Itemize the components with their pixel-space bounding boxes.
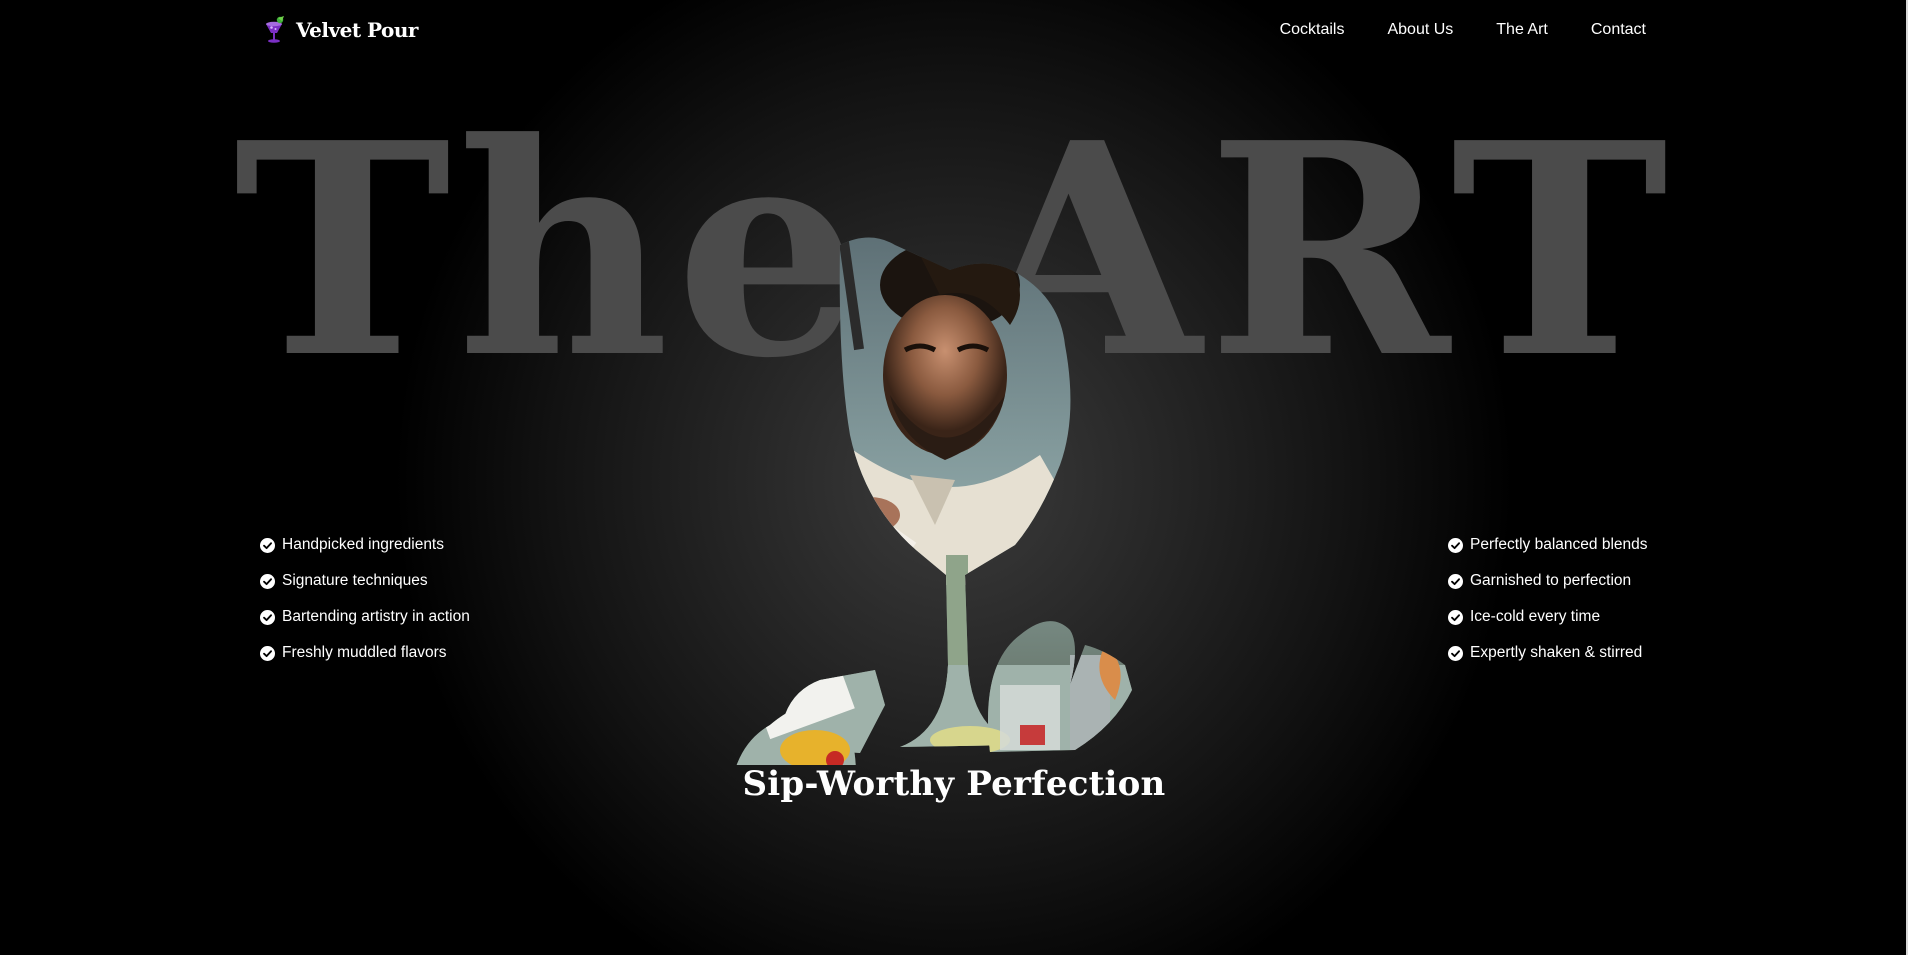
list-item: Bartending artistry in action	[260, 599, 470, 635]
bartender-in-glass-image	[730, 237, 1132, 765]
check-circle-icon	[260, 609, 275, 625]
feature-text: Signature techniques	[282, 572, 428, 589]
check-circle-icon	[1448, 537, 1463, 553]
feature-text: Bartending artistry in action	[282, 608, 470, 625]
feature-text: Garnished to perfection	[1470, 572, 1632, 589]
list-item: Expertly shaken & stirred	[1448, 635, 1648, 671]
check-circle-icon	[260, 645, 275, 661]
list-item: Garnished to perfection	[1448, 563, 1648, 599]
list-item: Ice-cold every time	[1448, 599, 1648, 635]
navbar: Velvet Pour Cocktails About Us The Art C…	[260, 10, 1646, 50]
check-circle-icon	[260, 573, 275, 589]
feature-list-right: Perfectly balanced blends Garnished to p…	[1448, 527, 1648, 671]
check-circle-icon	[1448, 573, 1463, 589]
nav-link-contact[interactable]: Contact	[1591, 21, 1646, 39]
nav-link-cocktails[interactable]: Cocktails	[1280, 21, 1345, 39]
hero-subtitle: Sip-Worthy Perfection	[742, 764, 1166, 804]
list-item: Freshly muddled flavors	[260, 635, 470, 671]
check-circle-icon	[1448, 609, 1463, 625]
page-background: Velvet Pour Cocktails About Us The Art C…	[0, 0, 1908, 955]
nav-link-the-art[interactable]: The Art	[1496, 21, 1548, 39]
feature-text: Perfectly balanced blends	[1470, 536, 1648, 553]
brand-link[interactable]: Velvet Pour	[260, 15, 418, 45]
brand-name: Velvet Pour	[296, 18, 418, 42]
nav-links: Cocktails About Us The Art Contact	[1280, 21, 1646, 39]
feature-text: Handpicked ingredients	[282, 536, 444, 553]
list-item: Signature techniques	[260, 563, 470, 599]
feature-text: Expertly shaken & stirred	[1470, 644, 1643, 661]
list-item: Handpicked ingredients	[260, 527, 470, 563]
cocktail-glass-icon	[266, 16, 284, 43]
nav-link-about-us[interactable]: About Us	[1387, 21, 1453, 39]
check-circle-icon	[1448, 645, 1463, 661]
feature-list-left: Handpicked ingredients Signature techniq…	[260, 527, 470, 671]
feature-text: Ice-cold every time	[1470, 608, 1601, 625]
list-item: Perfectly balanced blends	[1448, 527, 1648, 563]
check-circle-icon	[260, 537, 275, 553]
feature-text: Freshly muddled flavors	[282, 644, 447, 661]
